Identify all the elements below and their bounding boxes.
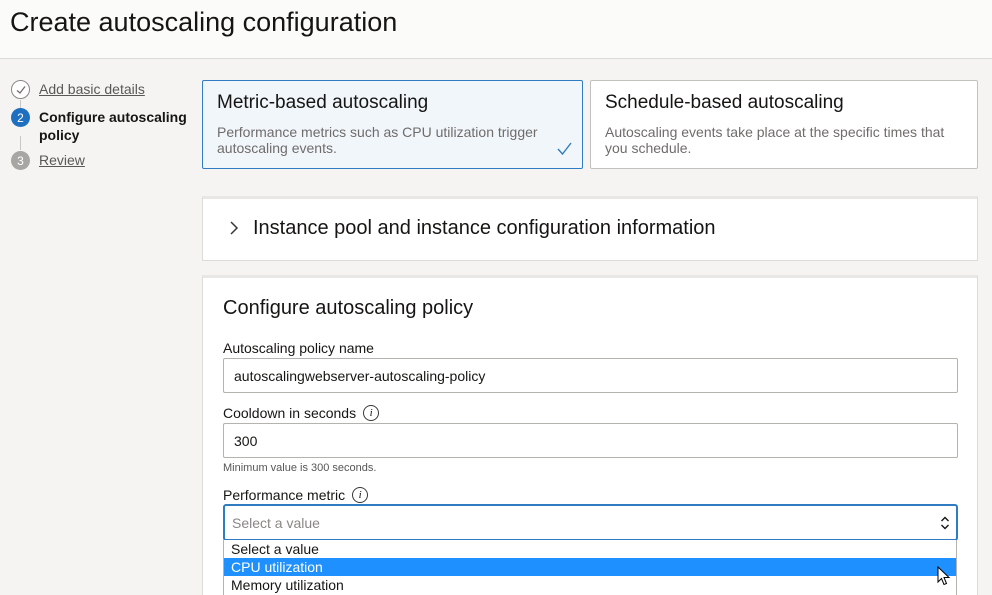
section-title: Configure autoscaling policy [223,297,474,319]
mouse-cursor-icon [937,566,951,586]
performance-metric-label: Performance metric i [223,487,369,503]
step-label[interactable]: Add basic details [39,80,145,98]
schedule-based-autoscaling-card[interactable]: Schedule-based autoscaling Autoscaling e… [590,80,978,169]
select-arrows-icon [941,516,949,530]
option-cpu-utilization[interactable]: CPU utilization [224,558,956,576]
card-title: Metric-based autoscaling [217,92,429,113]
check-icon [11,80,30,99]
label-text: Performance metric [223,487,346,503]
cooldown-input[interactable] [223,423,958,458]
step-label[interactable]: Review [39,151,85,169]
step-number: 3 [11,151,30,170]
performance-metric-select[interactable]: Select a value [223,504,958,541]
policy-name-label: Autoscaling policy name [223,340,374,356]
step-number: 2 [11,108,30,127]
step-review[interactable]: 3 Review [11,151,85,170]
chevron-right-icon [230,221,239,235]
instance-pool-accordion[interactable]: Instance pool and instance configuration… [202,196,978,261]
cooldown-hint: Minimum value is 300 seconds. [223,462,377,474]
policy-name-input[interactable] [223,358,958,393]
option-memory-utilization[interactable]: Memory utilization [224,576,956,594]
info-icon[interactable]: i [363,405,380,421]
label-text: Autoscaling policy name [223,340,374,356]
card-description: Performance metrics such as CPU utilizat… [217,124,538,156]
card-description: Autoscaling events take place at the spe… [605,124,945,156]
cooldown-label: Cooldown in seconds i [223,405,380,421]
option-select-a-value[interactable]: Select a value [224,540,956,558]
step-configure-policy: 2 Configure autoscaling policy [11,108,189,144]
step-label: Configure autoscaling policy [39,109,187,143]
info-icon[interactable]: i [352,487,369,503]
accordion-title: Instance pool and instance configuration… [253,217,716,239]
step-add-basic-details[interactable]: Add basic details [11,80,145,99]
label-text: Cooldown in seconds [223,405,357,421]
metric-based-autoscaling-card[interactable]: Metric-based autoscaling Performance met… [202,80,583,169]
page-title: Create autoscaling configuration [10,7,398,37]
select-placeholder: Select a value [232,515,320,531]
performance-metric-options: Select a value CPU utilization Memory ut… [223,540,957,595]
checkmark-icon [557,142,572,156]
card-title: Schedule-based autoscaling [605,92,844,113]
page-header: Create autoscaling configuration [0,0,992,59]
